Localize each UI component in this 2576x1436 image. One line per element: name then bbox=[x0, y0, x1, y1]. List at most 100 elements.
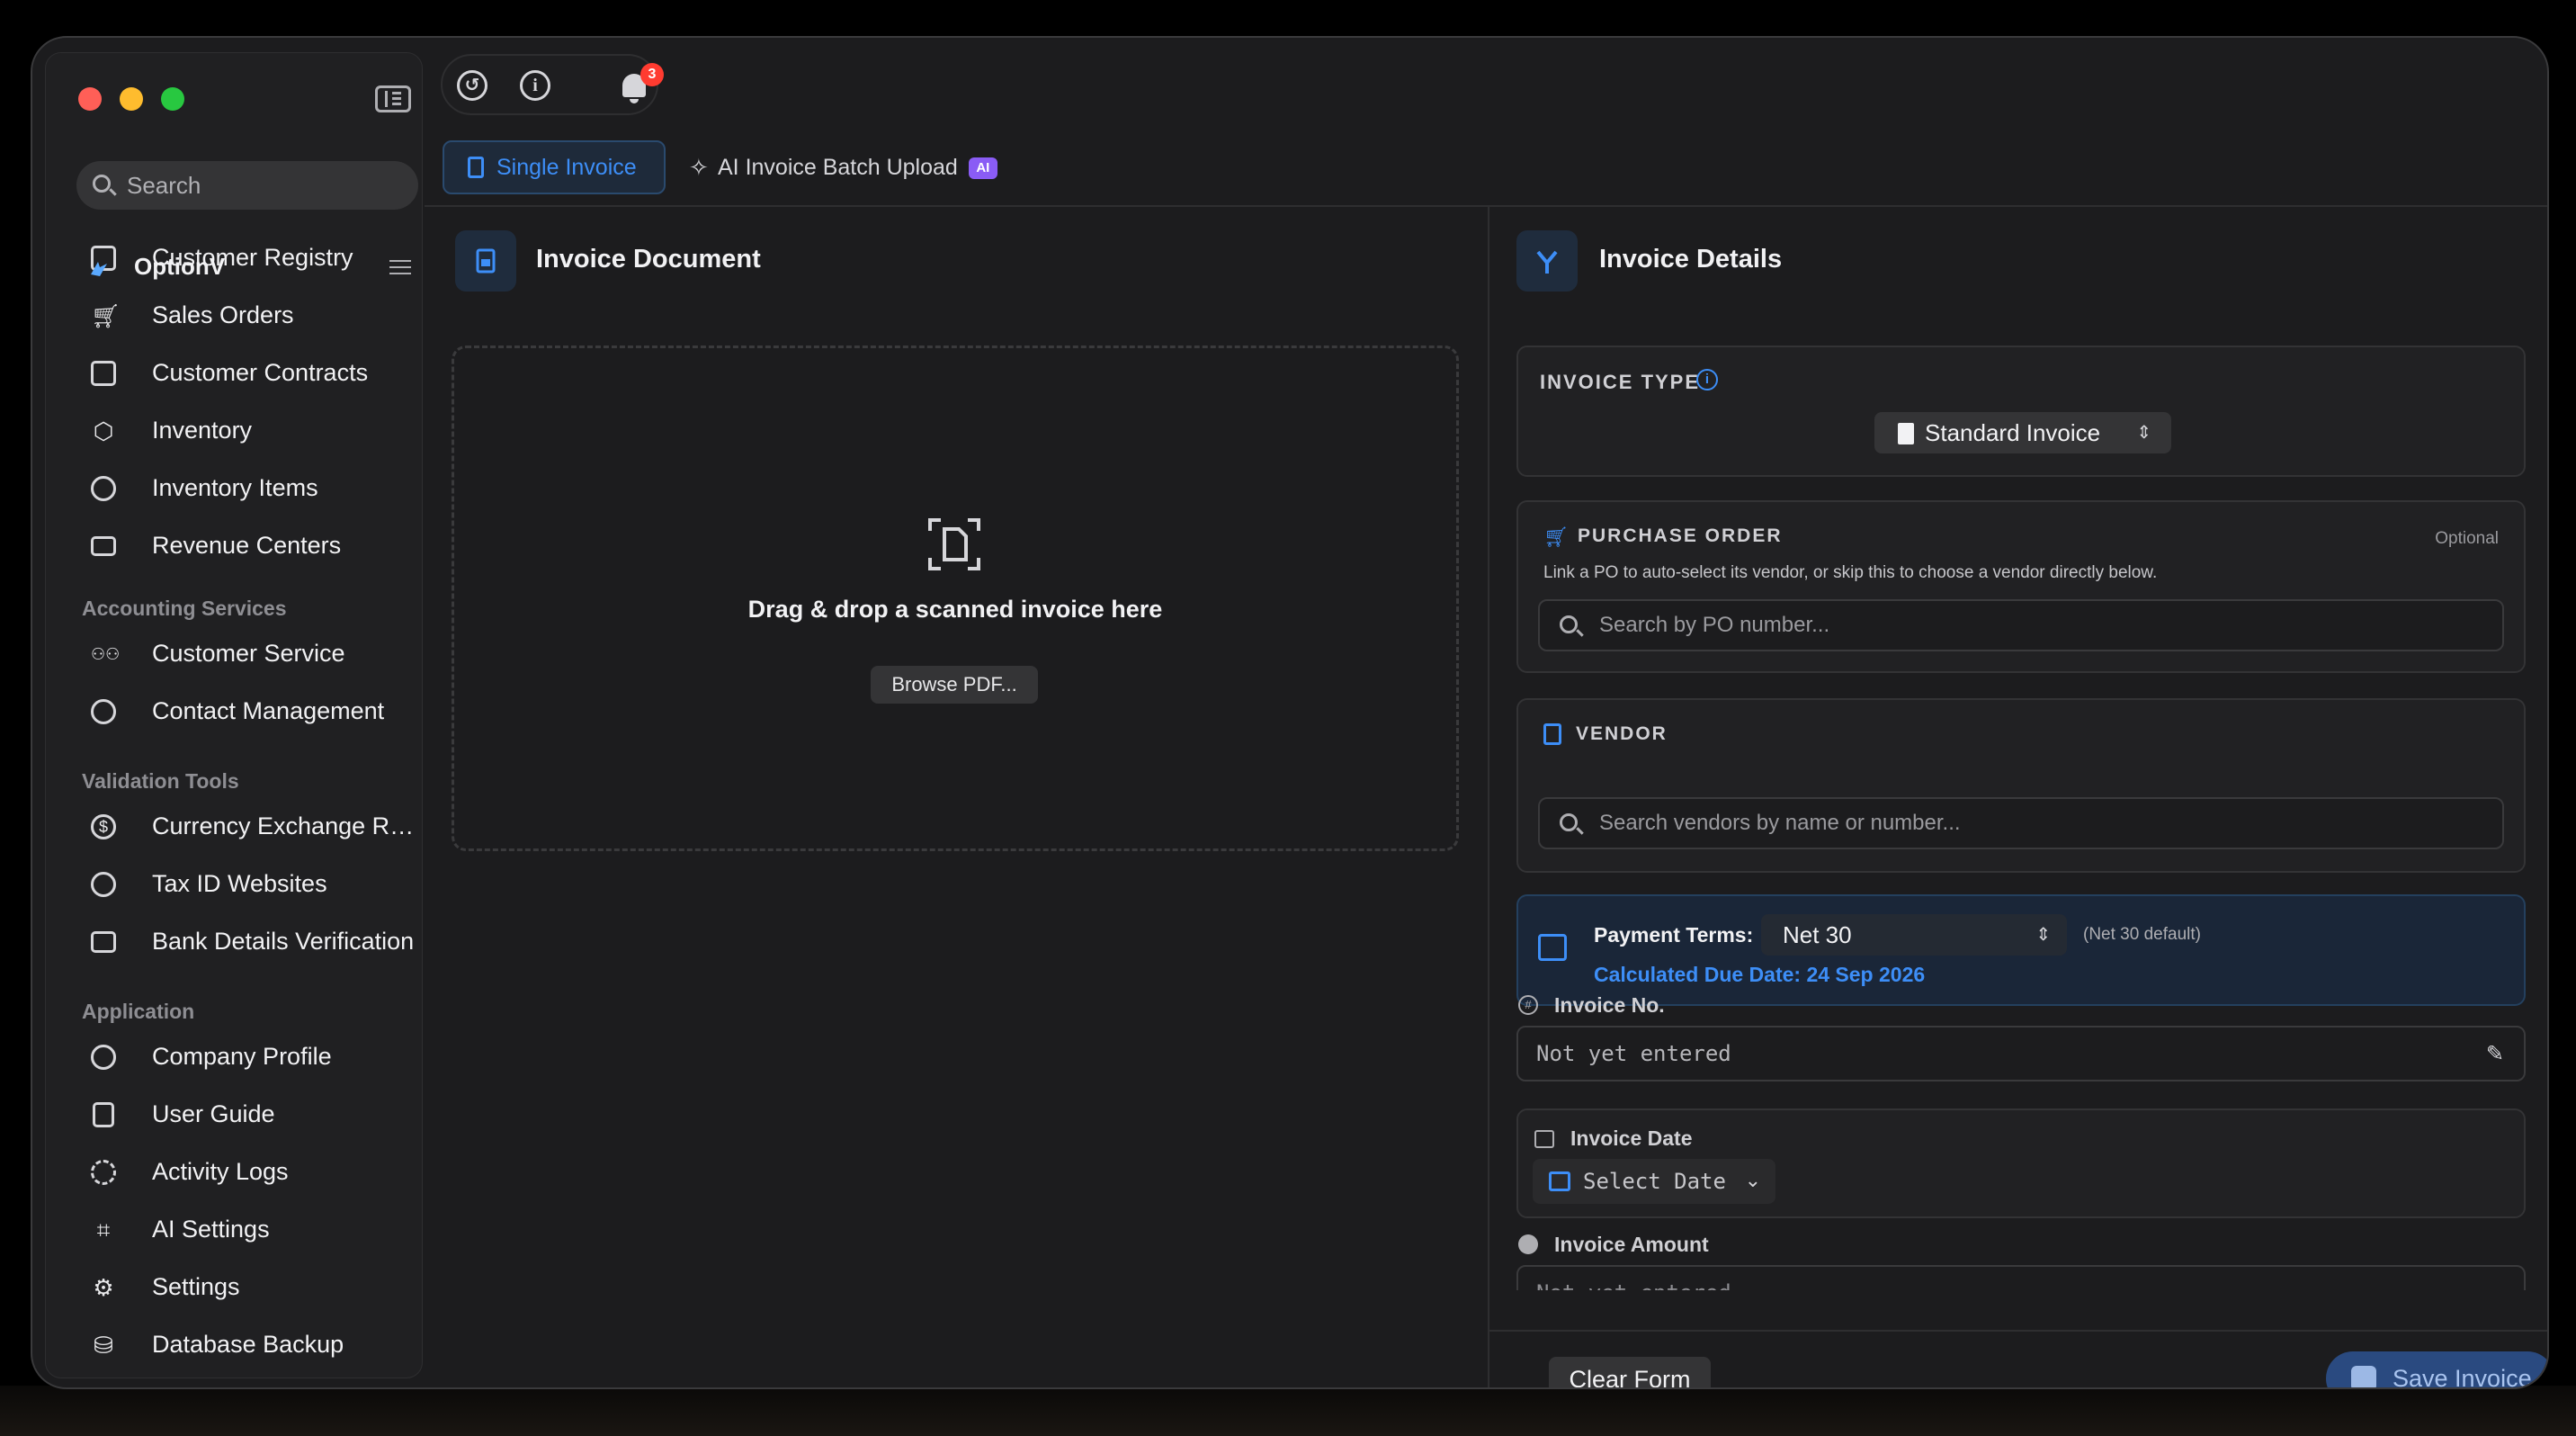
po-search-input[interactable]: Search by PO number... bbox=[1538, 599, 2504, 651]
sidebar-item-database-backup[interactable]: ⛁ Database Backup bbox=[76, 1320, 418, 1369]
payment-terms-value: Net 30 bbox=[1783, 921, 1852, 948]
tab-label: Single Invoice bbox=[496, 155, 637, 180]
sidebar-item-customer-contracts[interactable]: Customer Contracts bbox=[76, 348, 418, 397]
clear-form-button[interactable]: Clear Form bbox=[1549, 1357, 1711, 1387]
vendor-search-input[interactable]: Search vendors by name or number... bbox=[1538, 797, 2504, 849]
purchase-order-label: PURCHASE ORDER bbox=[1578, 525, 1783, 546]
browse-pdf-button[interactable]: Browse PDF... bbox=[871, 666, 1038, 704]
filter-icon[interactable] bbox=[389, 258, 411, 276]
sidebar-item-customer-service[interactable]: ⚇⚇ Customer Service bbox=[76, 629, 418, 678]
sidebar-toggle-icon[interactable] bbox=[375, 85, 411, 112]
sidebar-item-label: Inventory bbox=[152, 417, 253, 444]
desktop-background bbox=[0, 1386, 2576, 1436]
banknote-icon bbox=[91, 536, 116, 556]
inventory-items-icon bbox=[91, 476, 116, 501]
sidebar-item-inventory[interactable]: ⬡ Inventory bbox=[76, 406, 418, 454]
invoice-details-icon bbox=[1516, 230, 1578, 292]
brand-logo-icon bbox=[91, 262, 107, 276]
tab-ai-batch-upload[interactable]: ✧ AI Invoice Batch Upload AI bbox=[684, 140, 997, 194]
panel-title-document: Invoice Document bbox=[536, 245, 761, 274]
chevron-down-icon: ⌄ bbox=[1744, 1170, 1761, 1192]
invoice-document-icon bbox=[455, 230, 516, 292]
tab-single-invoice[interactable]: Single Invoice bbox=[443, 140, 666, 194]
sidebar-item-label: Company Profile bbox=[152, 1043, 332, 1070]
edit-pencil-icon[interactable]: ✎ bbox=[2486, 1028, 2504, 1080]
contact-icon bbox=[91, 699, 116, 724]
updown-chevron-icon: ⇕ bbox=[2035, 925, 2051, 945]
sidebar-item-label: Activity Logs bbox=[152, 1158, 289, 1185]
sidebar-item-ai-settings[interactable]: ⌗ AI Settings bbox=[76, 1205, 418, 1253]
vendor-card: VENDOR Search vendors by name or number.… bbox=[1516, 698, 2526, 873]
sidebar-item-user-guide[interactable]: User Guide bbox=[76, 1090, 418, 1138]
sidebar-search[interactable]: Search bbox=[76, 161, 418, 210]
sidebar-item-label: User Guide bbox=[152, 1100, 275, 1127]
invoice-no-label: Invoice No. bbox=[1554, 993, 1665, 1017]
gear-icon: ⚙ bbox=[93, 1274, 114, 1301]
panel-title-details: Invoice Details bbox=[1599, 245, 1783, 274]
sidebar-item-tax-id-websites[interactable]: Tax ID Websites bbox=[76, 859, 418, 908]
calendar-icon bbox=[1538, 934, 1567, 961]
sidebar-item-settings[interactable]: ⚙ Settings bbox=[76, 1262, 418, 1311]
invoice-type-label: INVOICE TYPE bbox=[1540, 371, 1701, 393]
sidebar-item-bank-details[interactable]: Bank Details Verification bbox=[76, 917, 418, 965]
globe-icon bbox=[91, 872, 116, 897]
search-icon bbox=[93, 175, 111, 193]
dropzone-text: Drag & drop a scanned invoice here bbox=[747, 596, 1163, 623]
sidebar-item-sales-orders[interactable]: 🛒︎ Sales Orders bbox=[76, 291, 418, 339]
payment-terms-label: Payment Terms: bbox=[1594, 923, 1754, 947]
updown-chevron-icon: ⇕ bbox=[2136, 423, 2151, 443]
cube-icon: ⬡ bbox=[93, 417, 114, 444]
sidebar-item-label: Sales Orders bbox=[152, 301, 294, 328]
sidebar-item-label: Currency Exchange Ra... bbox=[152, 812, 418, 839]
hash-icon: # bbox=[1518, 995, 1538, 1015]
drive-icon: ⛁ bbox=[94, 1332, 113, 1359]
app-window: Search Customer Registry OptionV 🛒︎ Sale… bbox=[31, 36, 2549, 1389]
invoice-no-value: Not yet entered bbox=[1536, 1041, 1731, 1066]
sidebar-item-activity-logs[interactable]: Activity Logs bbox=[76, 1147, 418, 1196]
vendor-icon bbox=[1543, 723, 1561, 745]
close-window-button[interactable] bbox=[78, 87, 102, 111]
footer-divider bbox=[1489, 1330, 2547, 1332]
scroll-fade bbox=[1507, 1290, 2542, 1330]
payment-terms-default: (Net 30 default) bbox=[2083, 925, 2201, 944]
invoice-type-select[interactable]: Standard Invoice ⇕ bbox=[1874, 412, 2171, 453]
document-icon bbox=[468, 157, 484, 178]
invoice-type-card: INVOICE TYPE i Standard Invoice ⇕ bbox=[1516, 346, 2526, 477]
sidebar-item-contact-management[interactable]: Contact Management bbox=[76, 687, 418, 735]
tab-label: AI Invoice Batch Upload bbox=[718, 155, 958, 180]
info-icon[interactable]: i bbox=[520, 70, 550, 101]
sidebar-item-currency-exchange[interactable]: $ Currency Exchange Ra... bbox=[76, 802, 418, 850]
book-icon bbox=[93, 1102, 114, 1127]
sidebar-item-company-profile[interactable]: Company Profile bbox=[76, 1032, 418, 1081]
sidebar-item-label: AI Settings bbox=[152, 1216, 270, 1243]
sidebar-item-label: Inventory Items bbox=[152, 474, 318, 501]
document-icon bbox=[1898, 423, 1914, 444]
vendor-label: VENDOR bbox=[1576, 723, 1668, 744]
invoice-date-label: Invoice Date bbox=[1570, 1126, 1693, 1150]
purchase-order-card: 🛒︎ PURCHASE ORDER Optional Link a PO to … bbox=[1516, 500, 2526, 673]
minimize-window-button[interactable] bbox=[120, 87, 143, 111]
ai-badge: AI bbox=[968, 157, 997, 180]
sidebar-item-label: Tax ID Websites bbox=[152, 870, 327, 897]
sidebar-item-label: Contact Management bbox=[152, 697, 385, 724]
invoice-no-field[interactable]: Not yet entered ✎ bbox=[1516, 1026, 2526, 1081]
people-icon: ⚇⚇ bbox=[91, 645, 121, 663]
calculated-due-date: Calculated Due Date: 24 Sep 2026 bbox=[1594, 963, 1926, 986]
document-icon bbox=[91, 361, 116, 386]
sidebar-item-customer-registry[interactable]: Customer Registry bbox=[76, 233, 418, 282]
undo-history-icon[interactable]: ↺ bbox=[457, 70, 487, 101]
payment-terms-select[interactable]: Net 30 ⇕ bbox=[1761, 914, 2067, 956]
invoice-date-picker[interactable]: Select Date ⌄ bbox=[1533, 1159, 1775, 1204]
sidebar-search-placeholder: Search bbox=[127, 172, 201, 199]
vendor-search-placeholder: Search vendors by name or number... bbox=[1599, 811, 1961, 835]
sidebar-item-label: Database Backup bbox=[152, 1331, 344, 1358]
bank-card-icon bbox=[91, 931, 116, 953]
section-header-accounting: Accounting Services bbox=[82, 597, 287, 620]
save-invoice-button[interactable]: Save Invoice bbox=[2326, 1351, 2547, 1387]
sidebar-item-revenue-centers[interactable]: Revenue Centers bbox=[76, 521, 418, 570]
info-icon[interactable]: i bbox=[1696, 369, 1718, 390]
sidebar-item-label: Bank Details Verification bbox=[152, 928, 415, 955]
zoom-window-button[interactable] bbox=[161, 87, 184, 111]
sidebar-item-inventory-items[interactable]: Inventory Items bbox=[76, 463, 418, 512]
invoice-date-value: Select Date bbox=[1583, 1169, 1726, 1194]
